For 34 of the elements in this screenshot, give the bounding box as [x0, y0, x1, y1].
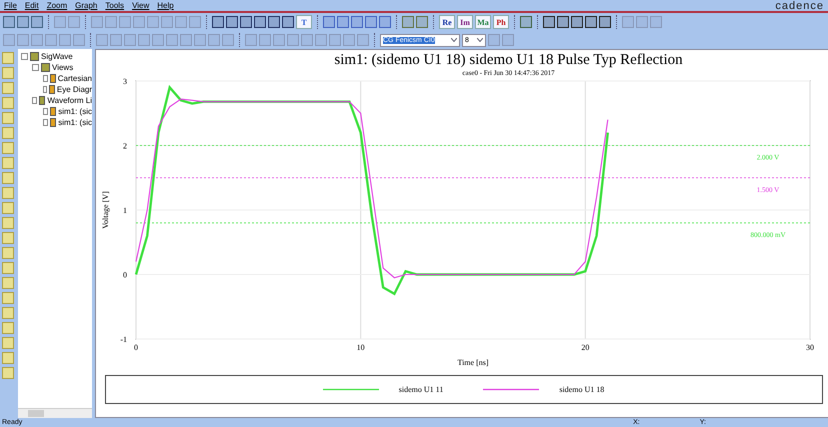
tree-item[interactable]: sim1: (sic [58, 107, 92, 116]
part-button[interactable]: Ma [475, 15, 491, 29]
y-tick-label: 1 [123, 206, 127, 215]
y-tick-label: -1 [120, 335, 127, 344]
tree-item[interactable]: SigWave [41, 52, 73, 61]
y-tick-label: 2 [123, 142, 127, 150]
legend-label: sidemo U1 11 [398, 385, 444, 394]
menu-item[interactable]: Help [157, 1, 174, 10]
part-button[interactable]: Ph [493, 15, 509, 29]
menu-item[interactable]: Edit [24, 1, 39, 10]
menu-item[interactable]: Zoom [46, 1, 68, 10]
text-tool-button[interactable]: T [296, 15, 312, 29]
part-button[interactable]: Re [439, 15, 455, 29]
part-button[interactable]: Im [457, 15, 473, 29]
tree-item[interactable]: Cartesian [58, 74, 92, 83]
x-tick-label: 30 [806, 343, 814, 352]
x-axis-label: Time [ns] [457, 358, 489, 367]
tree-item[interactable]: Views [52, 63, 74, 72]
tree-item[interactable]: sim1: (sic [58, 118, 92, 127]
x-tick-label: 10 [356, 343, 365, 352]
y-tick-label: 3 [123, 77, 127, 86]
x-tick-label: 20 [581, 343, 590, 352]
x-tick-label: 0 [134, 343, 138, 352]
menu-item[interactable]: Tools [105, 1, 124, 10]
graph-title: sim1: (sidemo U1 18) sidemo U1 18 Pulse Typ Reflection [334, 52, 683, 69]
legend-label: sidemo U1 18 [559, 385, 604, 394]
brand-logo: cadence [775, 0, 824, 12]
y-tick-label: 0 [123, 270, 127, 280]
menu-item[interactable]: File [4, 1, 17, 10]
menu-item[interactable]: View [132, 1, 150, 10]
menu-item[interactable]: Graph [75, 1, 98, 10]
tree-item[interactable]: Waveform Li [47, 96, 92, 105]
y-axis-label: Voltage [V] [101, 191, 110, 229]
tree-item[interactable]: Eye Diagr [56, 85, 92, 94]
